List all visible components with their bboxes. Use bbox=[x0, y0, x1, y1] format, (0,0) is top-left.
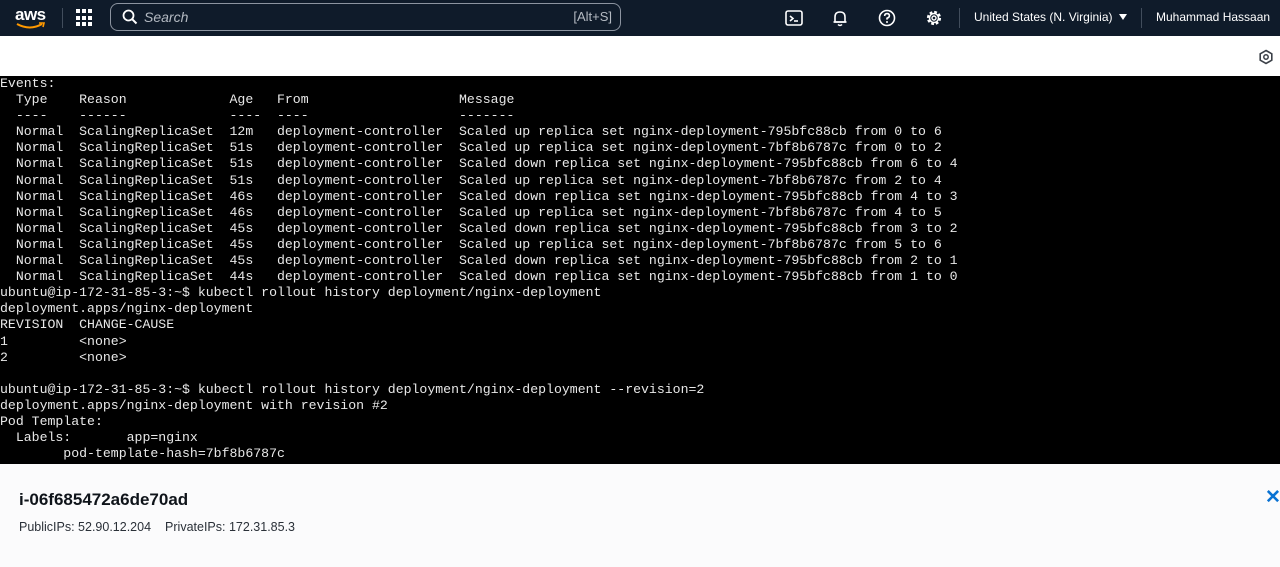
terminal-line: Normal ScalingReplicaSet 12m deployment-… bbox=[0, 124, 942, 140]
search-shortcut: [Alt+S] bbox=[573, 9, 612, 24]
region-selector[interactable]: United States (N. Virginia) bbox=[974, 10, 1127, 24]
terminal-line: Normal ScalingReplicaSet 51s deployment-… bbox=[0, 172, 942, 188]
help-icon[interactable] bbox=[877, 8, 897, 28]
instance-id: i-06f685472a6de70ad bbox=[19, 490, 189, 509]
terminal-line: pod-template-hash=7bf8b6787c bbox=[0, 446, 285, 462]
terminal-line: Normal ScalingReplicaSet 46s deployment-… bbox=[0, 188, 958, 204]
terminal-line: ubuntu@ip-172-31-85-3:~$ kubectl rollout… bbox=[0, 285, 602, 301]
search-placeholder: Search bbox=[144, 9, 189, 25]
terminal-line: Normal ScalingReplicaSet 46s deployment-… bbox=[0, 204, 942, 220]
terminal-line: Pod Template: bbox=[0, 413, 103, 429]
terminal-window[interactable]: Events: Type Reason Age From Message ---… bbox=[0, 76, 1280, 464]
services-grid-icon[interactable] bbox=[76, 9, 94, 27]
cloudshell-icon[interactable] bbox=[784, 8, 804, 28]
instance-info-panel: i-06f685472a6de70ad PublicIPs: 52.90.12.… bbox=[0, 464, 1280, 567]
search-input[interactable]: Search [Alt+S] bbox=[110, 3, 621, 31]
terminal-line: 2 <none> bbox=[0, 349, 127, 365]
terminal-line: Type Reason Age From Message bbox=[0, 92, 515, 108]
chevron-down-icon bbox=[1118, 14, 1127, 20]
session-toolbar bbox=[0, 36, 1280, 76]
bell-icon[interactable] bbox=[830, 8, 850, 28]
terminal-line: Normal ScalingReplicaSet 45s deployment-… bbox=[0, 253, 958, 269]
terminal-line: Normal ScalingReplicaSet 51s deployment-… bbox=[0, 156, 958, 172]
terminal-line: ---- ------ ---- ---- ------- bbox=[0, 108, 515, 124]
terminal-line: REVISION CHANGE-CAUSE bbox=[0, 317, 175, 333]
top-navigation-bar: aws Search [Alt+S] United States (N. Vir… bbox=[0, 0, 1280, 36]
close-icon[interactable]: ✕ bbox=[1265, 486, 1280, 509]
divider bbox=[62, 8, 63, 28]
search-icon bbox=[122, 9, 138, 25]
terminal-line: Normal ScalingReplicaSet 45s deployment-… bbox=[0, 236, 942, 252]
divider bbox=[959, 8, 960, 28]
user-name: Muhammad Hassaan bbox=[1156, 10, 1271, 24]
terminal-line: Events: bbox=[0, 76, 56, 91]
terminal-line: deployment.apps/nginx-deployment bbox=[0, 301, 254, 317]
hexagon-settings-icon[interactable] bbox=[1258, 49, 1274, 65]
terminal-line: Normal ScalingReplicaSet 51s deployment-… bbox=[0, 140, 942, 156]
public-ips: PublicIPs: 52.90.12.204 bbox=[19, 520, 152, 534]
divider bbox=[1141, 8, 1142, 28]
aws-smile-icon bbox=[16, 22, 46, 29]
region-label: United States (N. Virginia) bbox=[974, 10, 1113, 24]
terminal-line: Normal ScalingReplicaSet 45s deployment-… bbox=[0, 220, 958, 236]
terminal-line: deployment.apps/nginx-deployment with re… bbox=[0, 397, 388, 413]
aws-logo[interactable]: aws bbox=[14, 5, 50, 31]
instance-ips: PublicIPs: 52.90.12.204 PrivateIPs: 172.3… bbox=[19, 520, 295, 534]
terminal-output: Events: Type Reason Age From Message ---… bbox=[0, 76, 958, 462]
gear-icon[interactable] bbox=[924, 8, 944, 28]
account-menu[interactable]: Muhammad Hassaan bbox=[1156, 10, 1270, 24]
terminal-line: Normal ScalingReplicaSet 44s deployment-… bbox=[0, 269, 958, 285]
terminal-line: 1 <none> bbox=[0, 333, 127, 349]
private-ips: PrivateIPs: 172.31.85.3 bbox=[165, 520, 295, 534]
terminal-line: Labels: app=nginx bbox=[0, 430, 198, 446]
terminal-line: ubuntu@ip-172-31-85-3:~$ kubectl rollout… bbox=[0, 381, 705, 397]
